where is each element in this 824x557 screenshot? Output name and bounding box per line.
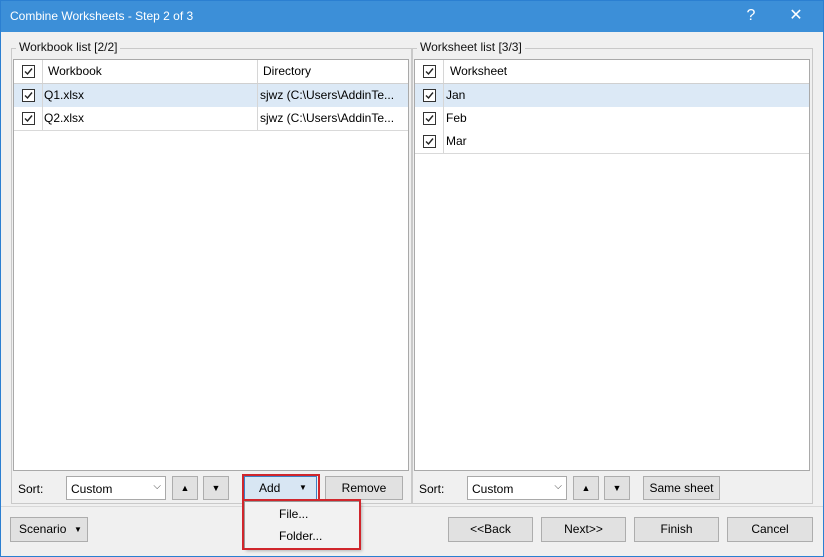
worksheet-sort-label: Sort:: [419, 482, 445, 496]
workbook-sort-label: Sort:: [18, 482, 44, 496]
combine-worksheets-dialog: Combine Worksheets - Step 2 of 3 ? ✕ Wor…: [0, 0, 824, 557]
dropdown-arrow-icon: ▼: [74, 525, 82, 534]
worksheet-name: Mar: [446, 134, 467, 148]
workbook-list-label: Workbook list [2/2]: [16, 40, 121, 54]
worksheet-column-header[interactable]: Worksheet: [450, 60, 507, 83]
worksheet-list-header: Worksheet: [415, 60, 809, 84]
worksheet-row[interactable]: Mar: [415, 130, 809, 154]
select-all-worksheets-checkbox[interactable]: [423, 65, 436, 78]
worksheet-sort-select[interactable]: Custom ⌵: [467, 476, 567, 500]
workbook-name: Q1.xlsx: [44, 88, 85, 102]
workbook-list-header: Workbook Directory: [14, 60, 408, 84]
select-all-workbooks-checkbox[interactable]: [22, 65, 35, 78]
back-button[interactable]: <<Back: [448, 517, 533, 542]
worksheet-list[interactable]: Worksheet Jan Feb Mar: [414, 59, 810, 471]
worksheet-row-checkbox[interactable]: [423, 89, 436, 102]
chevron-down-icon: ⌵: [153, 481, 161, 492]
next-button[interactable]: Next>>: [541, 517, 626, 542]
workbook-row-checkbox[interactable]: [22, 89, 35, 102]
same-sheet-button[interactable]: Same sheet: [643, 476, 720, 500]
workbook-directory: sjwz (C:\Users\AddinTe...: [260, 88, 395, 102]
window-title: Combine Worksheets - Step 2 of 3: [10, 9, 194, 23]
worksheet-sort-value: Custom: [472, 482, 514, 496]
close-icon[interactable]: ✕: [782, 4, 810, 28]
chevron-down-icon: ⌵: [554, 481, 562, 492]
menu-highlight-outline: [242, 499, 361, 550]
remove-button[interactable]: Remove: [325, 476, 403, 500]
move-down-button[interactable]: ▼: [203, 476, 229, 500]
move-down-button[interactable]: ▼: [604, 476, 630, 500]
worksheet-name: Feb: [446, 111, 467, 125]
cancel-button[interactable]: Cancel: [727, 517, 813, 542]
worksheet-row-checkbox[interactable]: [423, 112, 436, 125]
scenario-button-label: Scenario: [19, 522, 67, 536]
workbook-sort-value: Custom: [71, 482, 113, 496]
title-bar: Combine Worksheets - Step 2 of 3 ? ✕: [1, 1, 823, 32]
workbook-column-header[interactable]: Workbook: [48, 60, 102, 83]
workbook-sort-select[interactable]: Custom ⌵: [66, 476, 166, 500]
worksheet-row[interactable]: Jan: [415, 84, 809, 108]
workbook-row[interactable]: Q1.xlsx sjwz (C:\Users\AddinTe...: [14, 84, 408, 108]
workbook-list[interactable]: Workbook Directory Q1.xlsx sjwz (C:\User…: [13, 59, 409, 471]
help-icon[interactable]: ?: [737, 4, 765, 28]
workbook-directory: sjwz (C:\Users\AddinTe...: [260, 111, 395, 125]
workbook-name: Q2.xlsx: [44, 111, 85, 125]
directory-column-header[interactable]: Directory: [263, 60, 311, 83]
worksheet-list-label: Worksheet list [3/3]: [417, 40, 525, 54]
move-up-button[interactable]: ▲: [172, 476, 198, 500]
footer-divider: [1, 506, 823, 507]
move-up-button[interactable]: ▲: [573, 476, 599, 500]
workbook-row-checkbox[interactable]: [22, 112, 35, 125]
workbook-row[interactable]: Q2.xlsx sjwz (C:\Users\AddinTe...: [14, 107, 408, 131]
worksheet-row[interactable]: Feb: [415, 107, 809, 131]
worksheet-row-checkbox[interactable]: [423, 135, 436, 148]
finish-button[interactable]: Finish: [634, 517, 719, 542]
worksheet-name: Jan: [446, 88, 466, 102]
scenario-button[interactable]: Scenario ▼: [10, 517, 88, 542]
